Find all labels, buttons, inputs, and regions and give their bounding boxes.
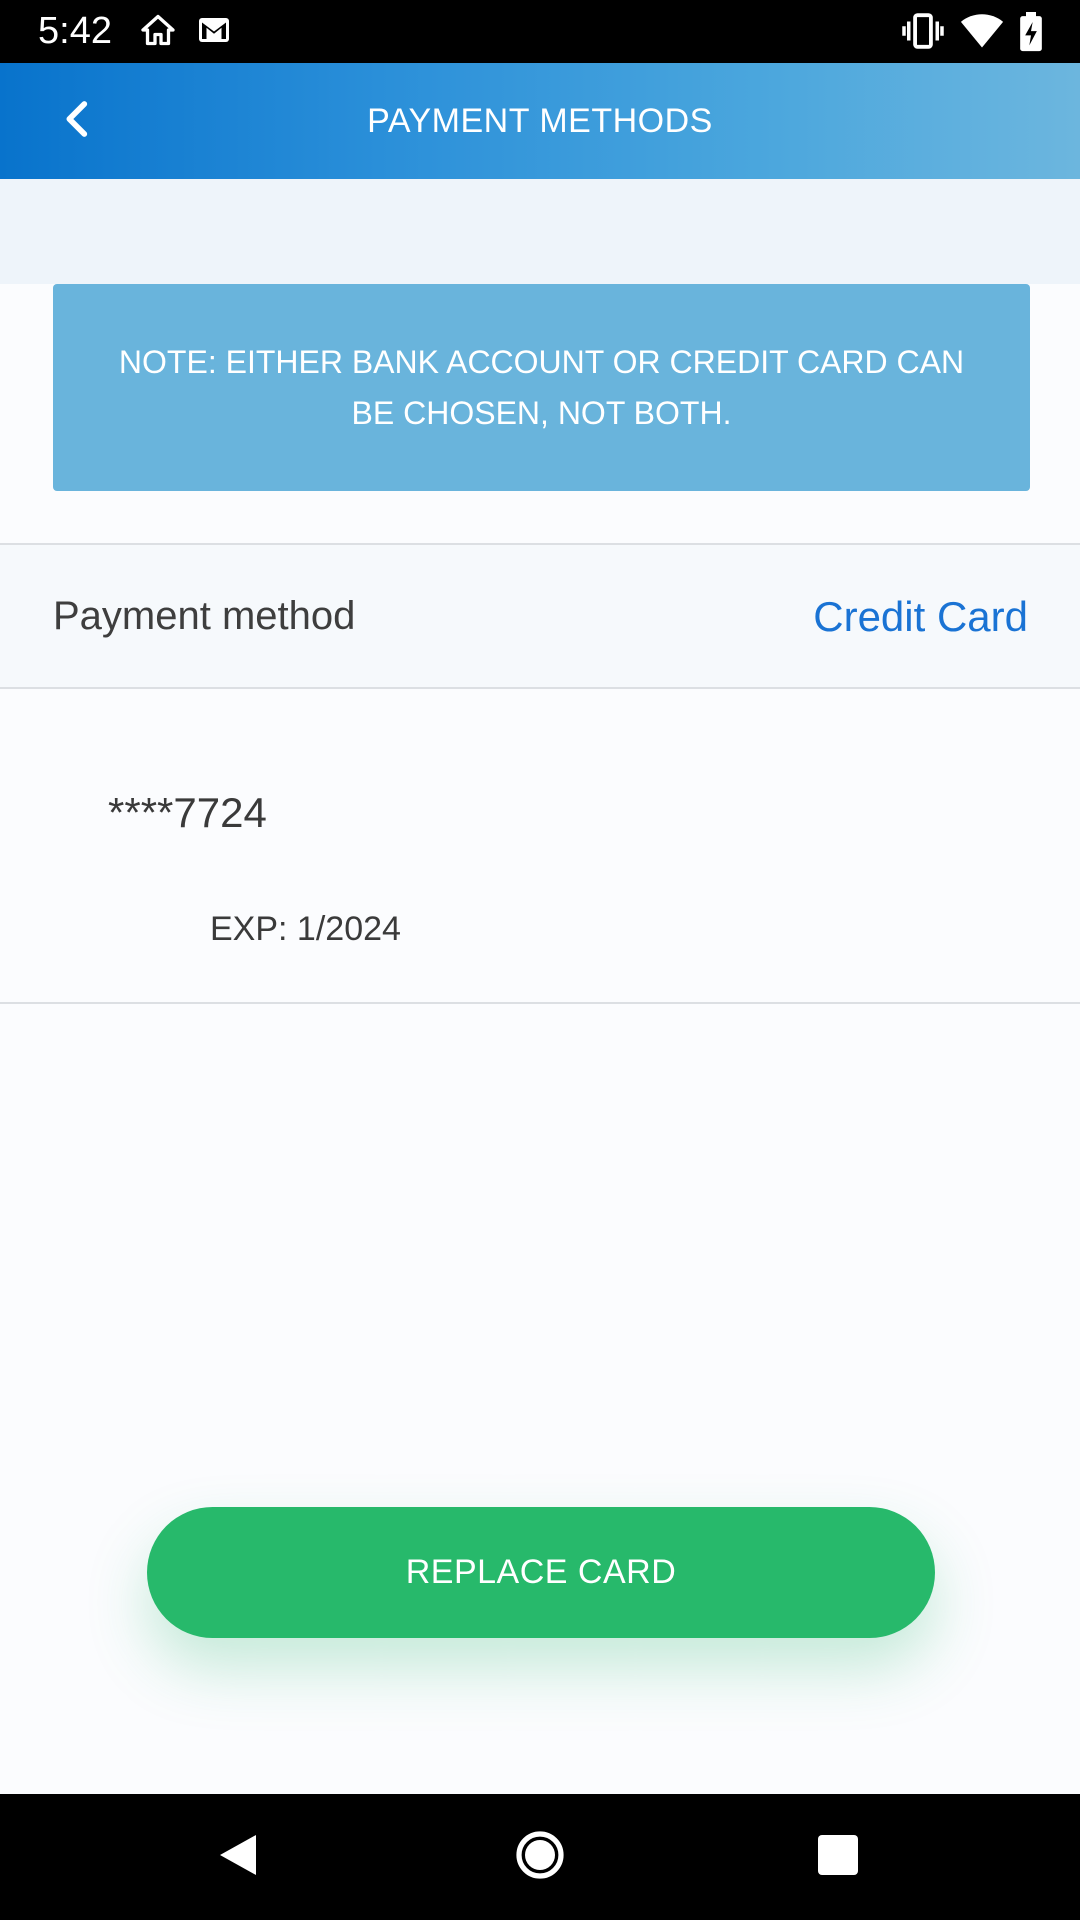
page-title: PAYMENT METHODS [367,101,713,140]
nav-recents-button[interactable] [803,1822,873,1892]
payment-method-label: Payment method [53,594,356,638]
recents-square-icon [817,1834,859,1881]
payment-methods-screen: 5:42 PAYMENT METHODS NOTE: EITHER BANK A… [0,0,1080,1920]
replace-card-button[interactable]: REPLACE CARD [147,1507,935,1638]
nav-back-button[interactable] [203,1822,273,1892]
wifi-icon [960,12,1004,55]
chevron-left-icon [61,99,91,144]
system-nav-bar [0,1794,1080,1920]
battery-charging-icon [1018,12,1044,57]
note-banner: NOTE: EITHER BANK ACCOUNT OR CREDIT CARD… [53,284,1030,491]
card-details: ****7724 EXP: 1/2024 [0,689,1080,1002]
header-spacer [0,179,1080,284]
home-circle-icon [514,1829,566,1886]
app-bar: PAYMENT METHODS [0,63,1080,179]
payment-method-value[interactable]: Credit Card [813,545,1028,688]
divider [0,1002,1080,1004]
payment-method-row[interactable]: Payment method Credit Card [0,545,1080,688]
nav-home-button[interactable] [505,1822,575,1892]
card-expiry: EXP: 1/2024 [210,910,401,948]
vibrate-icon [900,12,946,55]
back-triangle-icon [216,1831,260,1884]
gmail-icon [196,12,232,53]
status-time: 5:42 [38,10,112,52]
status-bar: 5:42 [0,0,1080,63]
card-number: ****7724 [108,789,267,836]
home-icon [140,12,176,53]
note-text: NOTE: EITHER BANK ACCOUNT OR CREDIT CARD… [118,343,965,431]
back-button[interactable] [44,89,108,153]
